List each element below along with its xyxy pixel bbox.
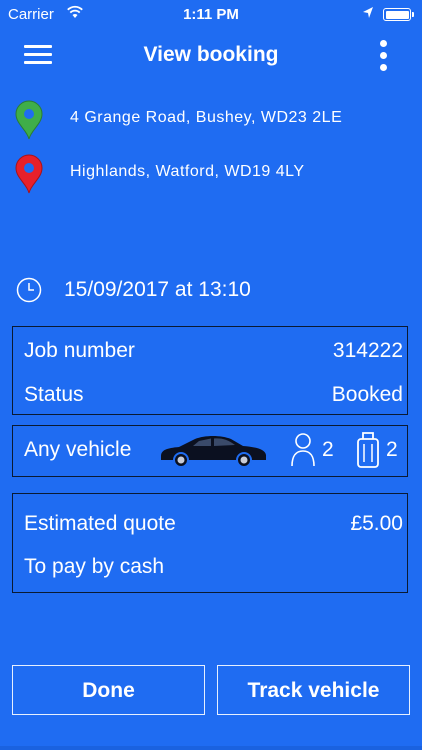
status-label: Status — [24, 383, 84, 406]
payment-method: To pay by cash — [24, 555, 165, 578]
vehicle-box: Any vehicle 2 2 — [12, 425, 408, 477]
dropoff-address: Highlands, Watford, WD19 4LY — [70, 163, 305, 180]
estimated-quote-label: Estimated quote — [24, 512, 176, 535]
estimated-quote-value: £5.00 — [350, 512, 403, 535]
estimated-quote-row: Estimated quote £5.00 — [24, 512, 403, 536]
person-icon — [290, 432, 316, 473]
car-icon — [157, 430, 269, 475]
job-number-label: Job number — [24, 339, 135, 362]
bottom-edge — [0, 746, 422, 750]
job-details-box: Job number 314222 Status Booked — [12, 326, 408, 415]
job-number-value: 314222 — [332, 339, 403, 362]
more-vertical-icon[interactable] — [380, 40, 390, 72]
track-vehicle-button[interactable]: Track vehicle — [217, 665, 410, 715]
clock-icon — [16, 277, 42, 308]
status-row: Status Booked — [24, 383, 403, 407]
battery-icon — [383, 8, 414, 21]
booking-datetime: 15/09/2017 at 13:10 — [64, 278, 251, 301]
passenger-count: 2 — [322, 438, 334, 461]
status-bar: Carrier 1:11 PM — [0, 0, 422, 30]
status-badge: Booked — [331, 383, 403, 406]
luggage-count: 2 — [386, 438, 398, 461]
page-title: View booking — [143, 43, 279, 66]
pickup-address: 4 Grange Road, Bushey, WD23 2LE — [70, 109, 343, 126]
luggage-icon — [355, 431, 381, 474]
dropoff-address-row: Highlands, Watford, WD19 4LY — [0, 154, 422, 194]
job-number-row: Job number 314222 — [24, 339, 403, 363]
booking-datetime-row: 15/09/2017 at 13:10 — [0, 272, 422, 308]
dropoff-pin-icon — [14, 154, 44, 199]
pickup-address-row: 4 Grange Road, Bushey, WD23 2LE — [0, 100, 422, 140]
payment-method-row: To pay by cash — [24, 555, 403, 579]
done-button[interactable]: Done — [12, 665, 205, 715]
quote-box: Estimated quote £5.00 To pay by cash — [12, 493, 408, 593]
pickup-pin-icon — [14, 100, 44, 145]
navigation-bar: View booking — [0, 30, 422, 86]
location-arrow-icon — [362, 6, 374, 24]
status-time: 1:11 PM — [183, 6, 239, 23]
vehicle-type-label: Any vehicle — [24, 438, 132, 461]
